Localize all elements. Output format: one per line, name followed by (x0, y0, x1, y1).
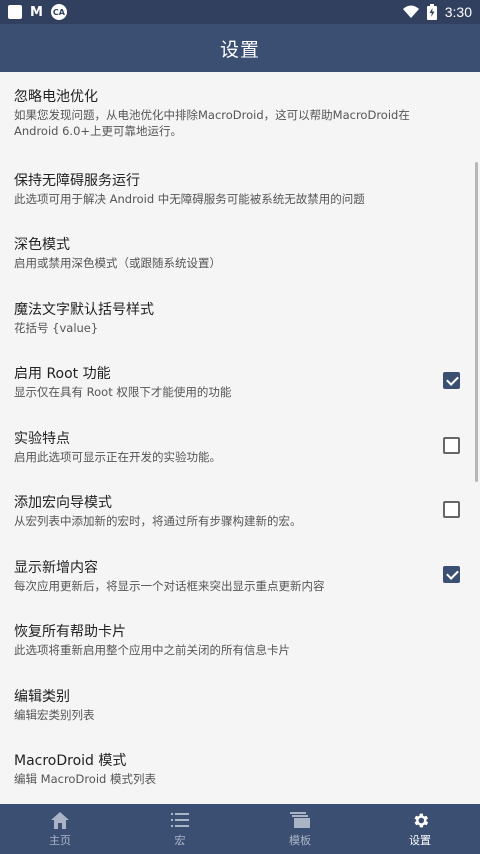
setting-subtitle: 花括号 {value} (14, 321, 99, 335)
setting-subtitle: 编辑 MacroDroid 模式列表 (14, 772, 156, 786)
setting-show-whats-new[interactable]: 显示新增内容 每次应用更新后，将显示一个对话框来突出显示重点更新内容 (0, 543, 480, 607)
status-time: 3:30 (444, 4, 472, 20)
gear-icon (411, 810, 430, 830)
notification-square-icon (8, 5, 22, 19)
status-notifications: M CA (8, 4, 67, 20)
setting-title: 编辑类别 (14, 689, 70, 705)
setting-subtitle: 启用或禁用深色模式（或跟随系统设置） (14, 256, 221, 270)
setting-title: 显示新增内容 (14, 560, 98, 576)
setting-keep-accessibility-running[interactable]: 保持无障碍服务运行 此选项可用于解决 Android 中无障碍服务可能被系统无故… (0, 156, 480, 220)
setting-subtitle: 启用此选项可显示正在开发的实验功能。 (14, 450, 221, 464)
macro-wizard-checkbox[interactable] (443, 501, 460, 518)
wifi-icon (402, 5, 419, 18)
setting-subtitle: 此选项可用于解决 Android 中无障碍服务可能被系统无故禁用的问题 (14, 192, 365, 206)
setting-edit-categories[interactable]: 编辑类别 编辑宏类别列表 (0, 672, 480, 736)
setting-subtitle: 每次应用更新后，将显示一个对话框来突出显示重点更新内容 (14, 579, 325, 593)
scrollbar[interactable] (475, 162, 478, 482)
nav-templates-label: 模板 (289, 834, 311, 847)
setting-title: 忽略电池优化 (14, 89, 98, 105)
setting-experimental-features[interactable]: 实验特点 启用此选项可显示正在开发的实验功能。 (0, 414, 480, 478)
setting-title: 实验特点 (14, 431, 70, 447)
setting-macro-wizard-mode[interactable]: 添加宏向导模式 从宏列表中添加新的宏时，将通过所有步骤构建新的宏。 (0, 478, 480, 542)
setting-macrodroid-modes[interactable]: MacroDroid 模式 编辑 MacroDroid 模式列表 (0, 736, 480, 800)
status-bar: M CA 3:30 (0, 0, 480, 24)
nav-home[interactable]: 主页 (0, 804, 120, 854)
list-icon (171, 810, 189, 830)
setting-subtitle: 如果您发现问题，从电池优化中排除MacroDroid，这可以帮助MacroDro… (14, 108, 410, 138)
app-bar: 设置 (0, 24, 480, 72)
setting-title: 启用 Root 功能 (14, 366, 111, 382)
setting-subtitle: 显示仅在具有 Root 权限下才能使用的功能 (14, 385, 232, 399)
nav-macros[interactable]: 宏 (120, 804, 240, 854)
setting-title: MacroDroid 模式 (14, 753, 127, 769)
setting-title: 添加宏向导模式 (14, 495, 112, 511)
setting-magic-text-brackets[interactable]: 魔法文字默认括号样式 花括号 {value} (0, 285, 480, 349)
setting-dark-mode[interactable]: 深色模式 启用或禁用深色模式（或跟随系统设置） (0, 220, 480, 284)
setting-ignore-battery-optimization[interactable]: 忽略电池优化 如果您发现问题，从电池优化中排除MacroDroid，这可以帮助M… (0, 72, 480, 152)
setting-enable-root[interactable]: 启用 Root 功能 显示仅在具有 Root 权限下才能使用的功能 (0, 349, 480, 413)
setting-title: 恢复所有帮助卡片 (14, 624, 126, 640)
experimental-features-checkbox[interactable] (443, 437, 460, 454)
show-whats-new-checkbox[interactable] (443, 566, 460, 583)
nav-home-label: 主页 (49, 834, 71, 847)
nav-macros-label: 宏 (174, 834, 186, 847)
page-title: 设置 (219, 38, 260, 61)
setting-subtitle: 从宏列表中添加新的宏时，将通过所有步骤构建新的宏。 (14, 514, 302, 528)
setting-subtitle: 编辑宏类别列表 (14, 708, 95, 722)
notification-m-icon: M (30, 4, 43, 20)
nav-settings-label: 设置 (409, 834, 431, 847)
setting-restore-help-cards[interactable]: 恢复所有帮助卡片 此选项将重新启用整个应用中之前关闭的所有信息卡片 (0, 607, 480, 671)
settings-list[interactable]: 忽略电池优化 如果您发现问题，从电池优化中排除MacroDroid，这可以帮助M… (0, 72, 480, 804)
setting-title: 深色模式 (14, 237, 70, 253)
status-system: 3:30 (402, 4, 472, 20)
notification-circle-icon: CA (50, 4, 67, 20)
bottom-navigation: 主页 宏 模板 设置 (0, 804, 480, 854)
nav-settings[interactable]: 设置 (360, 804, 480, 854)
home-icon (51, 810, 69, 830)
setting-title: 魔法文字默认括号样式 (14, 302, 154, 318)
nav-templates[interactable]: 模板 (240, 804, 360, 854)
templates-icon (290, 810, 310, 830)
battery-icon (426, 4, 437, 20)
setting-subtitle: 此选项将重新启用整个应用中之前关闭的所有信息卡片 (14, 643, 290, 657)
enable-root-checkbox[interactable] (443, 372, 460, 389)
setting-title: 保持无障碍服务运行 (14, 173, 140, 189)
